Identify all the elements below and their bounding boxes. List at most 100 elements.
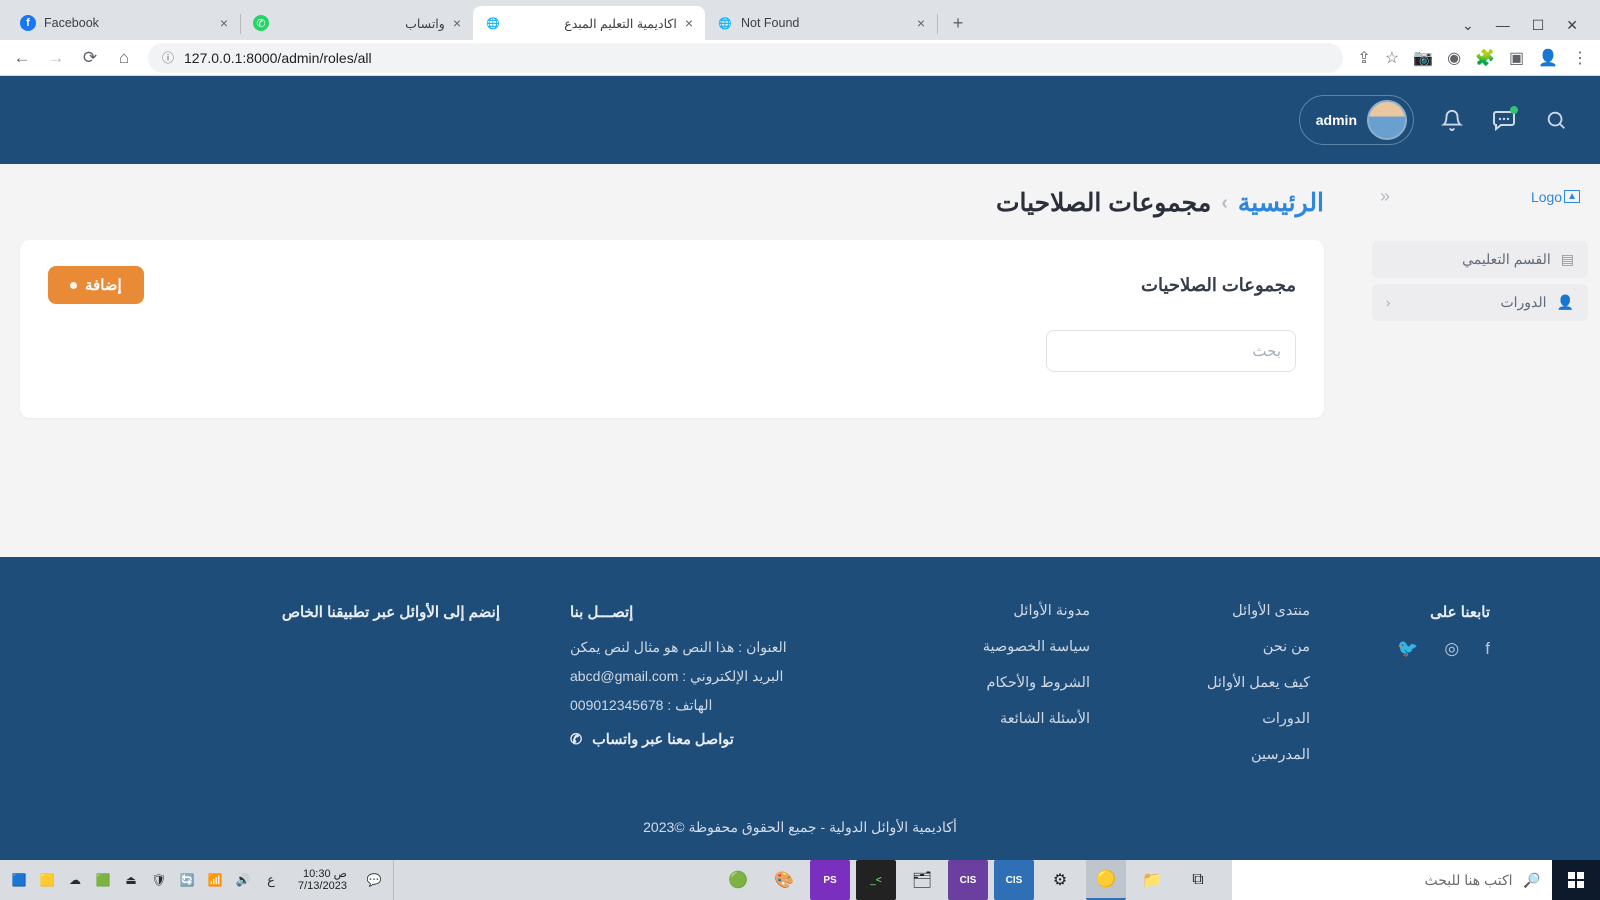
taskbar-clock[interactable]: 10:30 ص 7/13/2023 [290,868,355,892]
chevron-left-icon: ‹ [1386,295,1390,310]
reload-button[interactable]: ⟳ [80,48,100,68]
contact-email: البريد الإلكتروني : abcd@gmail.com [570,668,870,685]
camera-icon[interactable]: 📷 [1413,48,1433,68]
breadcrumb-home[interactable]: الرئيسية [1238,188,1324,218]
search-icon[interactable] [1542,106,1570,134]
sidebar-item-label: الدورات [1500,294,1546,311]
whatsapp-label: تواصل معنا عبر واتساب [592,732,734,748]
forward-button[interactable]: → [46,48,66,68]
tray-usb-icon[interactable]: ⏏ [122,871,140,889]
footer-link[interactable]: مدونة الأوائل [940,603,1090,619]
search-input[interactable] [1046,330,1296,372]
sidebar-item-education[interactable]: ▤القسم التعليمي [1372,241,1588,278]
chrome2-icon[interactable]: 🟢 [718,860,758,900]
add-button[interactable]: إضافة [48,266,144,304]
tab-title: Facebook [44,16,212,30]
clock-time: 10:30 ص [298,868,347,880]
cis-icon[interactable]: CIS [994,860,1034,900]
add-button-label: إضافة [85,276,122,294]
sidepanel-icon[interactable]: ▣ [1509,48,1524,68]
new-tab-button[interactable]: + [944,9,972,37]
url-text: 127.0.0.1:8000/admin/roles/all [184,50,372,66]
taskbar-apps: ⧉ 📁 🟡 ⚙ CIS CIS 🗂 >_ PS 🎨 🟢 [718,860,1218,900]
profile-icon[interactable]: 👤 [1538,48,1558,68]
tray-cloud-icon[interactable]: ☁ [66,871,84,889]
show-desktop[interactable] [393,860,399,900]
footer-follow: تابعنا على f ◎ 🐦 [1380,603,1490,783]
close-icon[interactable]: × [685,15,693,31]
footer-link[interactable]: سياسة الخصوصية [940,639,1090,655]
tray-green-icon[interactable]: 🟩 [94,871,112,889]
close-window-icon[interactable]: ✕ [1566,17,1578,34]
maximize-icon[interactable]: ☐ [1532,17,1545,34]
tray-shield-icon[interactable]: 🛡 [150,871,168,889]
site-info-icon[interactable]: ⓘ [162,49,174,66]
back-button[interactable]: ← [12,48,32,68]
app-icon[interactable]: 🎨 [764,860,804,900]
tab-title: اكاديمية التعليم المبدع [509,16,677,31]
folder-icon[interactable]: 🗂 [902,860,942,900]
tab-whatsapp[interactable]: ✆ واتساب × [241,6,473,40]
facebook-icon: f [20,15,36,31]
menu-icon[interactable]: ⋮ [1572,48,1588,68]
footer-link[interactable]: كيف يعمل الأوائل [1160,675,1310,691]
tray-app-icon[interactable]: 🟦 [10,871,28,889]
instagram-icon[interactable]: ◎ [1444,639,1459,659]
close-icon[interactable]: × [917,15,925,31]
minimize-icon[interactable]: — [1496,17,1510,34]
cis2-icon[interactable]: CIS [948,860,988,900]
breadcrumb: الرئيسية › مجموعات الصلاحيات [20,188,1324,218]
window-dropdown-icon[interactable]: ⌄ [1462,17,1474,34]
footer-link[interactable]: الأسئلة الشائعة [940,711,1090,727]
footer-link[interactable]: الشروط والأحكام [940,675,1090,691]
window-controls: ⌄ — ☐ ✕ [1462,17,1592,40]
app-header: admin [0,76,1600,164]
tab-academy[interactable]: 🌐 اكاديمية التعليم المبدع × [473,6,705,40]
footer-link[interactable]: الدورات [1160,711,1310,727]
bookmark-icon[interactable]: ☆ [1385,48,1399,68]
tab-title: Not Found [741,16,909,30]
messages-icon[interactable] [1490,106,1518,134]
system-tray: 🟦 🟨 ☁ 🟩 ⏏ 🛡 🔄 📶 🔊 ع 10:30 ص 7/13/2023 💬 [0,860,409,900]
task-view-icon[interactable]: ⧉ [1178,860,1218,900]
notifications-tray-icon[interactable]: 💬 [365,871,383,889]
tray-sync-icon[interactable]: 🔄 [178,871,196,889]
sidebar-item-courses[interactable]: 👤الدورات ‹ [1372,284,1588,321]
phpstorm-icon[interactable]: PS [810,860,850,900]
notifications-icon[interactable] [1438,106,1466,134]
footer-link[interactable]: من نحن [1160,639,1310,655]
tray-wifi-icon[interactable]: 📶 [206,871,224,889]
tray-lang[interactable]: ع [262,871,280,889]
settings-icon[interactable]: ⚙ [1040,860,1080,900]
whatsapp-link[interactable]: تواصل معنا عبر واتساب ✆ [570,732,734,748]
main-area: ▲Logo « ▤القسم التعليمي 👤الدورات ‹ الرئي… [0,164,1600,557]
footer-col-2: مدونة الأوائل سياسة الخصوصية الشروط والأ… [940,603,1090,783]
collapse-sidebar-icon[interactable]: « [1380,186,1390,207]
user-chip[interactable]: admin [1299,95,1414,145]
start-button[interactable] [1552,860,1600,900]
share-icon[interactable]: ⇪ [1357,48,1370,68]
footer-link[interactable]: منتدى الأوائل [1160,603,1310,619]
extension-color-icon[interactable]: ◉ [1447,48,1461,68]
tab-title: واتساب [277,16,445,31]
extensions-icon[interactable]: 🧩 [1475,48,1495,68]
explorer-icon[interactable]: 📁 [1132,860,1172,900]
taskbar-search-placeholder: اكتب هنا للبحث [1424,872,1512,889]
facebook-icon[interactable]: f [1485,639,1490,659]
twitter-icon[interactable]: 🐦 [1397,639,1418,659]
url-input[interactable]: ⓘ 127.0.0.1:8000/admin/roles/all [148,43,1343,73]
close-icon[interactable]: × [220,15,228,31]
tab-notfound[interactable]: 🌐 Not Found × [705,6,937,40]
tab-facebook[interactable]: f Facebook × [8,6,240,40]
tray-note-icon[interactable]: 🟨 [38,871,56,889]
footer-link[interactable]: المدرسين [1160,747,1310,763]
contact-phone: الهاتف : 009012345678 [570,697,870,714]
chrome-icon[interactable]: 🟡 [1086,860,1126,900]
logo[interactable]: ▲Logo [1531,189,1580,205]
terminal-icon[interactable]: >_ [856,860,896,900]
follow-title: تابعنا على [1380,603,1490,621]
home-button[interactable]: ⌂ [114,48,134,68]
tray-volume-icon[interactable]: 🔊 [234,871,252,889]
taskbar-search[interactable]: 🔍 اكتب هنا للبحث [1232,860,1552,900]
close-icon[interactable]: × [453,15,461,31]
